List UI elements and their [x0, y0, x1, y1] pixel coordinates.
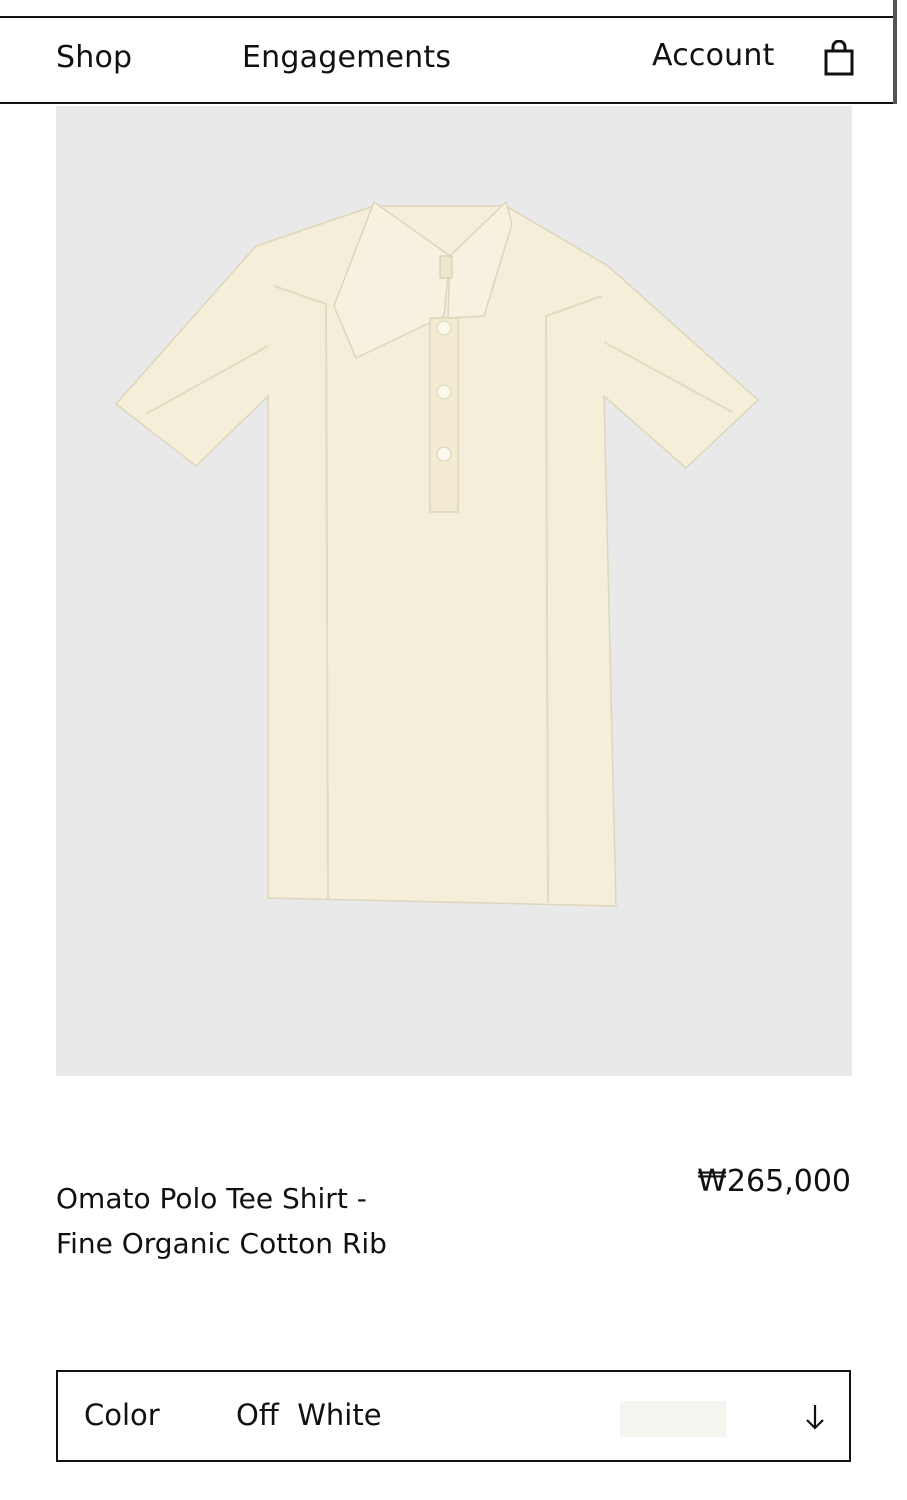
top-navigation: Shop Engagements Account	[0, 18, 893, 104]
color-select-label: Color	[84, 1398, 160, 1432]
product-price: ₩265,000	[697, 1164, 851, 1199]
product-image[interactable]	[56, 106, 852, 1076]
color-select[interactable]: Color Off White	[56, 1370, 851, 1462]
nav-link-shop[interactable]: Shop	[56, 40, 132, 75]
shopping-bag-icon[interactable]	[823, 40, 855, 76]
product-title: Omato Polo Tee Shirt - Fine Organic Cott…	[56, 1176, 616, 1266]
color-select-value: Off White	[236, 1398, 382, 1432]
product-title-line-2: Fine Organic Cotton Rib	[56, 1227, 387, 1260]
nav-link-account[interactable]: Account	[652, 38, 775, 73]
nav-link-engagements[interactable]: Engagements	[242, 40, 451, 75]
color-swatch	[620, 1401, 726, 1437]
polo-tee-shirt-image	[114, 200, 760, 907]
product-title-line-1: Omato Polo Tee Shirt -	[56, 1182, 367, 1215]
arrow-down-icon[interactable]	[804, 1402, 826, 1432]
scrollbar[interactable]	[893, 0, 897, 104]
